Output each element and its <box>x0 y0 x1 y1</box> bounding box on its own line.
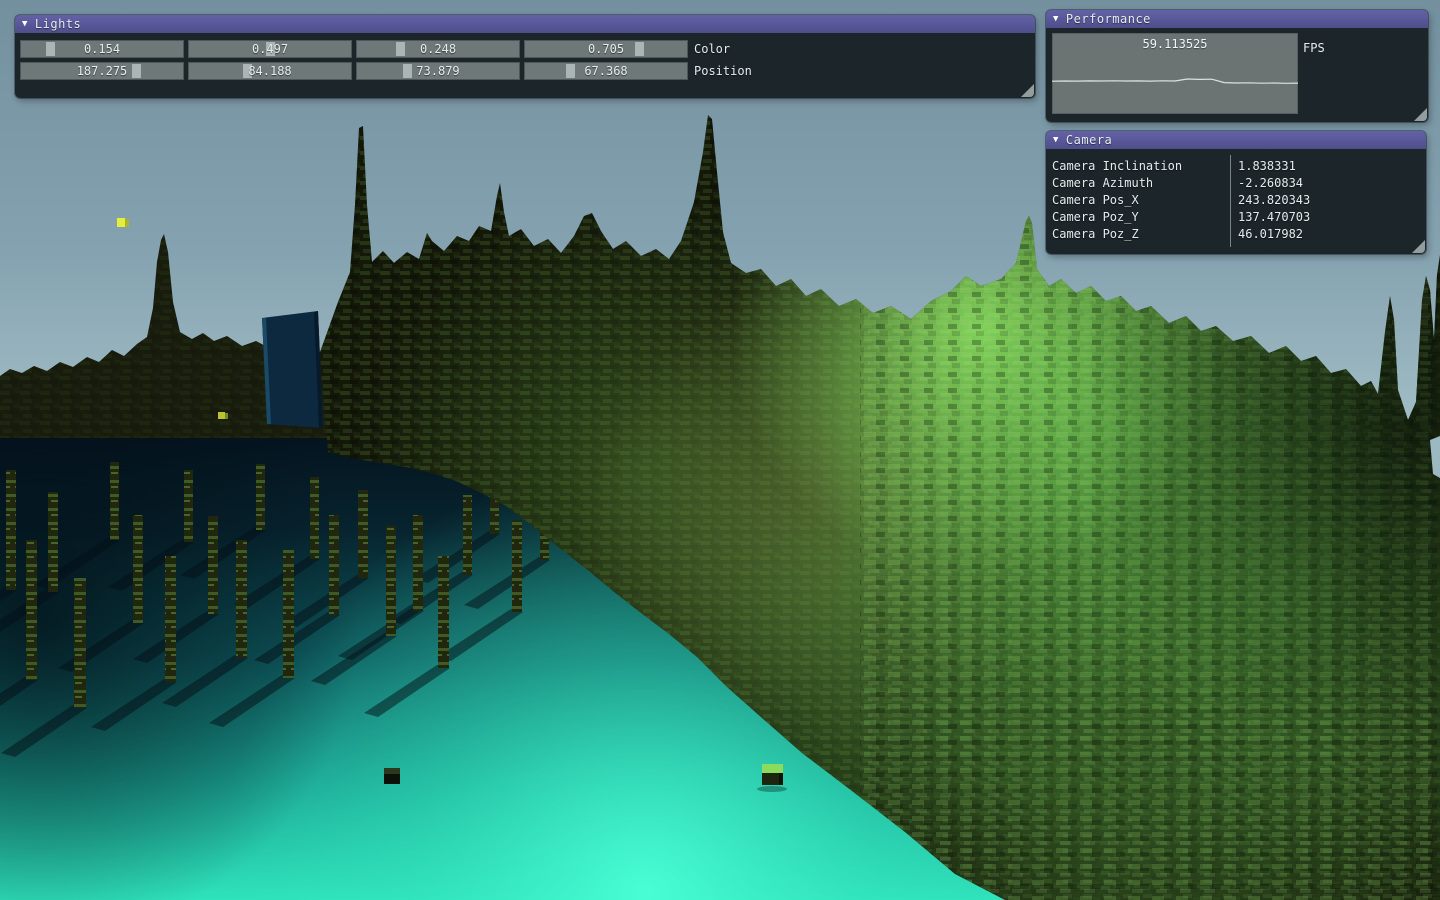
slider-value: 0.248 <box>356 40 520 58</box>
camera-row-poz-z[interactable]: Camera Poz_Z 46.017982 <box>1046 226 1426 243</box>
panel-lights: ▼ Lights 0.154 0.497 0.248 0.705 Color <box>15 15 1035 98</box>
row-label: Camera Inclination <box>1046 158 1224 175</box>
position-row-label: Position <box>694 64 752 78</box>
column-divider <box>1230 155 1231 247</box>
slider-value: 187.275 <box>20 62 184 80</box>
row-value: 137.470703 <box>1224 209 1310 226</box>
row-label: Camera Poz_Z <box>1046 226 1224 243</box>
slider-value: 0.154 <box>20 40 184 58</box>
resize-grip[interactable] <box>1412 240 1425 253</box>
panel-camera: ▼ Camera Camera Inclination 1.838331 Cam… <box>1046 131 1426 254</box>
slider-value: 73.879 <box>356 62 520 80</box>
collapse-icon[interactable]: ▼ <box>1053 136 1059 145</box>
panel-lights-body: 0.154 0.497 0.248 0.705 Color 187.275 <box>15 33 1035 80</box>
panel-camera-header[interactable]: ▼ Camera <box>1046 131 1426 149</box>
slider-value: 0.705 <box>524 40 688 58</box>
row-label: Camera Azimuth <box>1046 175 1224 192</box>
panel-performance: ▼ Performance 59.113525 FPS <box>1046 10 1428 122</box>
slider-color-3[interactable]: 0.248 <box>356 40 520 58</box>
slider-value: 84.188 <box>188 62 352 80</box>
row-value: 243.820343 <box>1224 192 1310 209</box>
slider-value: 0.497 <box>188 40 352 58</box>
fps-graph[interactable]: 59.113525 <box>1052 33 1298 114</box>
slider-position-1[interactable]: 187.275 <box>20 62 184 80</box>
panel-lights-header[interactable]: ▼ Lights <box>15 15 1035 33</box>
camera-row-pos-x[interactable]: Camera Pos_X 243.820343 <box>1046 192 1426 209</box>
slider-position-4[interactable]: 67.368 <box>524 62 688 80</box>
slider-value: 67.368 <box>524 62 688 80</box>
panel-title: Lights <box>35 17 81 31</box>
camera-row-poz-y[interactable]: Camera Poz_Y 137.470703 <box>1046 209 1426 226</box>
slider-color-1[interactable]: 0.154 <box>20 40 184 58</box>
fps-label: FPS <box>1303 41 1325 55</box>
slider-position-3[interactable]: 73.879 <box>356 62 520 80</box>
resize-grip[interactable] <box>1414 108 1427 121</box>
panel-camera-body: Camera Inclination 1.838331 Camera Azimu… <box>1046 149 1426 243</box>
row-label: Camera Poz_Y <box>1046 209 1224 226</box>
row-value: 46.017982 <box>1224 226 1303 243</box>
light-cube-yellow-sky <box>117 218 129 227</box>
color-row-label: Color <box>694 42 730 56</box>
collapse-icon[interactable]: ▼ <box>1053 15 1059 24</box>
light-cube-yellow-shore <box>218 412 228 419</box>
light-color-row: 0.154 0.497 0.248 0.705 Color <box>20 40 1035 58</box>
portal-slab <box>262 311 323 428</box>
light-position-row: 187.275 84.188 73.879 67.368 Position <box>20 62 1035 80</box>
resize-grip[interactable] <box>1021 84 1034 97</box>
dark-cube-water <box>384 768 400 784</box>
panel-performance-header[interactable]: ▼ Performance <box>1046 10 1428 28</box>
panel-title: Performance <box>1066 12 1151 26</box>
slider-color-4[interactable]: 0.705 <box>524 40 688 58</box>
row-value: 1.838331 <box>1224 158 1296 175</box>
slider-position-2[interactable]: 84.188 <box>188 62 352 80</box>
collapse-icon[interactable]: ▼ <box>22 20 28 29</box>
panel-title: Camera <box>1066 133 1112 147</box>
camera-row-azimuth[interactable]: Camera Azimuth -2.260834 <box>1046 175 1426 192</box>
row-value: -2.260834 <box>1224 175 1303 192</box>
camera-row-inclination[interactable]: Camera Inclination 1.838331 <box>1046 158 1426 175</box>
row-label: Camera Pos_X <box>1046 192 1224 209</box>
fps-value: 59.113525 <box>1052 37 1298 51</box>
slider-color-2[interactable]: 0.497 <box>188 40 352 58</box>
